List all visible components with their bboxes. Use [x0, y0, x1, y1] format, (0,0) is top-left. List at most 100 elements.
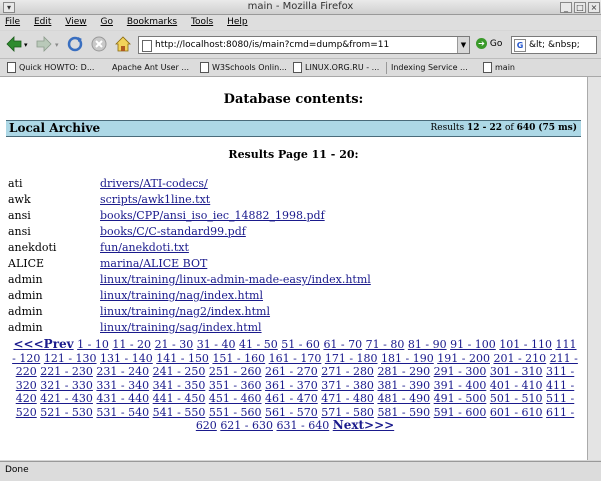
page-range-link[interactable]: 331 - 340	[96, 379, 149, 392]
page-range-link[interactable]: 281 - 290	[377, 365, 430, 378]
page-range-link[interactable]: 221 - 230	[40, 365, 93, 378]
page-range-link[interactable]: 91 - 100	[450, 338, 496, 351]
menu-help[interactable]: Help	[227, 15, 248, 30]
page-range-link[interactable]: 81 - 90	[408, 338, 447, 351]
vertical-scrollbar[interactable]	[587, 77, 601, 460]
result-link[interactable]: scripts/awk1line.txt	[100, 193, 210, 206]
bookmark-item[interactable]: LINUX.ORG.RU - ...	[293, 61, 379, 74]
page-range-link[interactable]: 261 - 270	[265, 365, 318, 378]
menu-view[interactable]: View	[65, 15, 86, 30]
page-range-link[interactable]: 101 - 110	[499, 338, 552, 351]
list-item: admin linux/training/sag/index.html	[8, 320, 371, 336]
page-range-link[interactable]: 461 - 470	[265, 392, 318, 405]
page-range-link[interactable]: 201 - 210	[493, 352, 546, 365]
result-link[interactable]: books/C/C-standard99.pdf	[100, 225, 246, 238]
page-range-link[interactable]: 631 - 640	[277, 419, 330, 432]
page-range-link[interactable]: 21 - 30	[155, 338, 194, 351]
page-range-link[interactable]: 571 - 580	[321, 406, 374, 419]
page-range-link[interactable]: 291 - 300	[434, 365, 487, 378]
maximize-button[interactable]: □	[574, 2, 586, 13]
page-range-link[interactable]: 11 - 20	[112, 338, 151, 351]
page-range-link[interactable]: 561 - 570	[265, 406, 318, 419]
page-range-link[interactable]: 521 - 530	[40, 406, 93, 419]
page-range-link[interactable]: 141 - 150	[156, 352, 209, 365]
page-range-link[interactable]: 71 - 80	[366, 338, 405, 351]
bookmark-item[interactable]: W3Schools Onlin...	[200, 61, 287, 74]
page-range-link[interactable]: 381 - 390	[377, 379, 430, 392]
page-range-link[interactable]: 591 - 600	[434, 406, 487, 419]
bookmark-item[interactable]: Apache Ant User ...	[112, 61, 189, 74]
next-page-link[interactable]: Next>>>	[333, 418, 394, 432]
page-range-link[interactable]: 441 - 450	[153, 392, 206, 405]
page-range-link[interactable]: 1 - 10	[77, 338, 109, 351]
page-range-link[interactable]: 391 - 400	[434, 379, 487, 392]
page-range-link[interactable]: 581 - 590	[377, 406, 430, 419]
page-range-link[interactable]: 421 - 430	[40, 392, 93, 405]
menu-tools[interactable]: Tools	[191, 15, 213, 30]
page-range-link[interactable]: 551 - 560	[209, 406, 262, 419]
page-range-link[interactable]: 621 - 630	[220, 419, 273, 432]
page-range-link[interactable]: 151 - 160	[212, 352, 265, 365]
bookmark-item[interactable]: main	[483, 61, 515, 74]
page-range-link[interactable]: 601 - 610	[490, 406, 543, 419]
page-range-link[interactable]: 481 - 490	[377, 392, 430, 405]
result-link[interactable]: drivers/ATI-codecs/	[100, 177, 208, 190]
minimize-button[interactable]: _	[560, 2, 572, 13]
back-arrow-icon[interactable]	[5, 35, 23, 53]
page-range-link[interactable]: 451 - 460	[209, 392, 262, 405]
page-range-link[interactable]: 251 - 260	[209, 365, 262, 378]
forward-dropdown-icon[interactable]: ▾	[55, 41, 59, 49]
page-range-link[interactable]: 431 - 440	[96, 392, 149, 405]
page-range-link[interactable]: 241 - 250	[153, 365, 206, 378]
prev-page-link[interactable]: <<<Prev	[14, 337, 74, 351]
page-range-link[interactable]: 351 - 360	[209, 379, 262, 392]
result-link[interactable]: linux/training/nag/index.html	[100, 289, 263, 302]
page-range-link[interactable]: 271 - 280	[321, 365, 374, 378]
search-input[interactable]: G &lt; &nbsp;	[511, 36, 597, 54]
page-range-link[interactable]: 401 - 410	[490, 379, 543, 392]
result-link[interactable]: linux/training/nag2/index.html	[100, 305, 270, 318]
url-bar[interactable]: http://localhost:8080/is/main?cmd=dump&f…	[138, 36, 470, 54]
page-range-link[interactable]: 471 - 480	[321, 392, 374, 405]
result-link[interactable]: fun/anekdoti.txt	[100, 241, 189, 254]
page-range-link[interactable]: 51 - 60	[281, 338, 320, 351]
page-range-link[interactable]: 41 - 50	[239, 338, 278, 351]
page-range-link[interactable]: 531 - 540	[96, 406, 149, 419]
page-range-link[interactable]: 31 - 40	[197, 338, 236, 351]
page-range-link[interactable]: 231 - 240	[96, 365, 149, 378]
result-link[interactable]: marina/ALICE BOT	[100, 257, 207, 270]
close-button[interactable]: ×	[588, 2, 600, 13]
page-range-link[interactable]: 131 - 140	[100, 352, 153, 365]
result-link[interactable]: books/CPP/ansi_iso_iec_14882_1998.pdf	[100, 209, 325, 222]
back-dropdown-icon[interactable]: ▾	[24, 41, 28, 49]
page-range-link[interactable]: 191 - 200	[437, 352, 490, 365]
menu-file[interactable]: File	[5, 15, 20, 30]
bookmark-item[interactable]: Indexing Service ...	[386, 61, 468, 74]
page-range-link[interactable]: 541 - 550	[153, 406, 206, 419]
menu-edit[interactable]: Edit	[34, 15, 51, 30]
forward-arrow-icon[interactable]	[35, 35, 53, 53]
page-range-link[interactable]: 341 - 350	[153, 379, 206, 392]
result-link[interactable]: linux/training/sag/index.html	[100, 321, 262, 334]
search-engine-icon[interactable]: G	[514, 39, 526, 52]
page-range-link[interactable]: 171 - 180	[325, 352, 378, 365]
go-button[interactable]: ➔ Go	[476, 37, 502, 51]
menu-bookmarks[interactable]: Bookmarks	[127, 15, 177, 30]
page-range-link[interactable]: 361 - 370	[265, 379, 318, 392]
page-range-link[interactable]: 301 - 310	[490, 365, 543, 378]
home-icon[interactable]	[114, 35, 132, 53]
page-range-link[interactable]: 181 - 190	[381, 352, 434, 365]
page-range-link[interactable]: 61 - 70	[323, 338, 362, 351]
page-range-link[interactable]: 161 - 170	[269, 352, 322, 365]
page-range-link[interactable]: 491 - 500	[434, 392, 487, 405]
reload-icon[interactable]	[66, 35, 84, 53]
page-range-link[interactable]: 321 - 330	[40, 379, 93, 392]
page-range-link[interactable]: 121 - 130	[44, 352, 97, 365]
menu-go[interactable]: Go	[100, 15, 112, 30]
stop-icon[interactable]	[90, 35, 108, 53]
url-dropdown-icon[interactable]: ▼	[457, 37, 469, 53]
page-range-link[interactable]: 371 - 380	[321, 379, 374, 392]
page-range-link[interactable]: 501 - 510	[490, 392, 543, 405]
result-link[interactable]: linux/training/linux-admin-made-easy/ind…	[100, 273, 371, 286]
bookmark-item[interactable]: Quick HOWTO: D...	[7, 61, 94, 74]
